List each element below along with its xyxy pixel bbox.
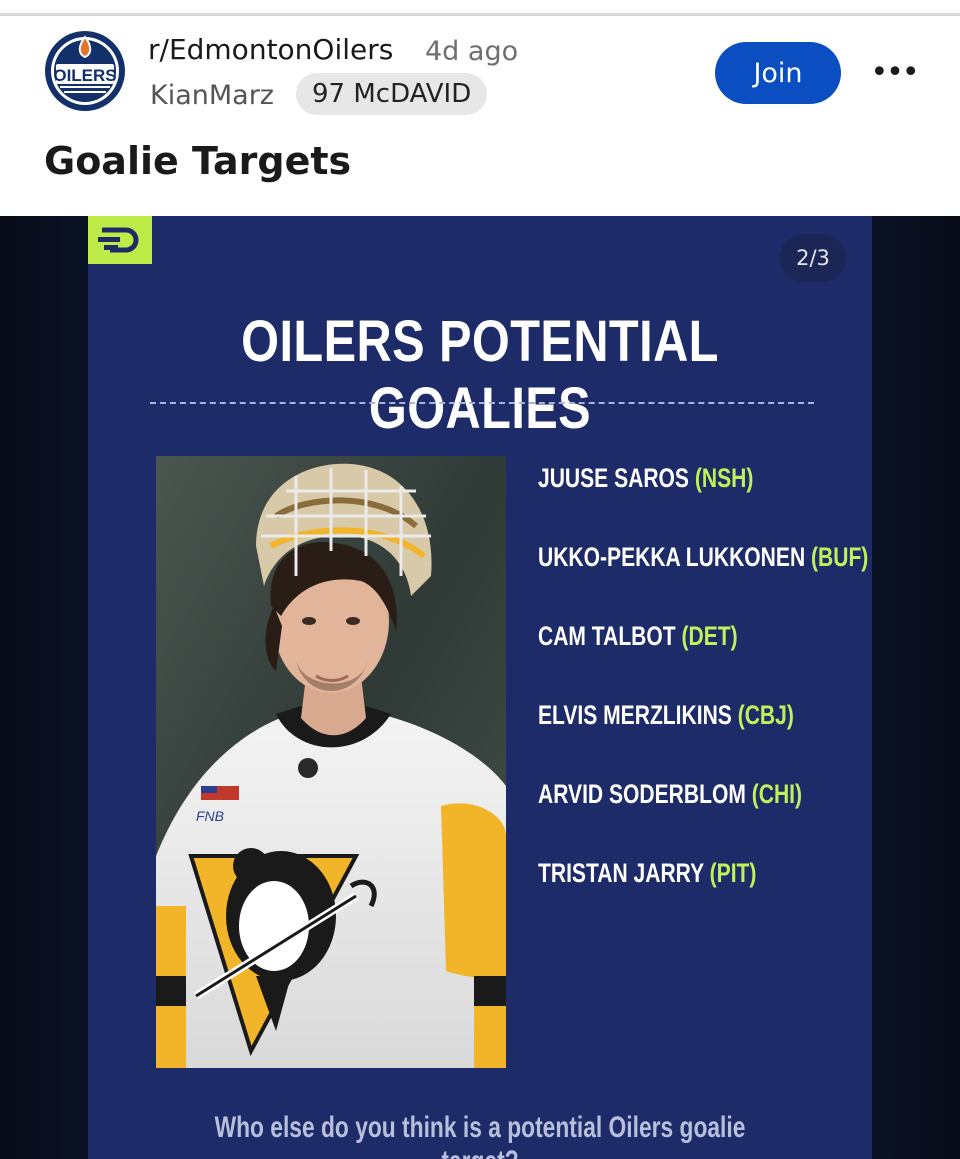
post-author[interactable]: KianMarz	[150, 80, 274, 111]
goalie-name: JUUSE SAROS	[538, 463, 689, 493]
goalie-team: (PIT)	[709, 858, 757, 888]
goalie-item: UKKO-PEKKA LUKKONEN (BUF)	[538, 542, 868, 573]
more-options-icon[interactable]: •••	[870, 52, 919, 92]
goalie-team: (NSH)	[694, 463, 754, 493]
goalie-name: TRISTAN JARRY	[538, 858, 704, 888]
user-flair: 97 McDAVID	[296, 73, 488, 115]
goalie-team: (CHI)	[751, 779, 803, 809]
goalie-name: ARVID SODERBLOM	[538, 779, 746, 809]
dash-logo-icon	[98, 227, 139, 253]
post-time: 4d ago	[425, 36, 519, 67]
jersey-sponsor-text: FNB	[196, 808, 224, 824]
graphic-question: Who else do you think is a potential Oil…	[214, 1111, 746, 1159]
post-header: OILERS r/EdmontonOilers 4d ago KianMarz …	[0, 16, 960, 216]
goalie-item: TRISTAN JARRY (PIT)	[538, 858, 756, 889]
page-indicator: 2/3	[780, 234, 846, 282]
goalie-item: ARVID SODERBLOM (CHI)	[538, 779, 802, 810]
svg-text:OILERS: OILERS	[53, 66, 116, 85]
goalie-photo: FNB	[156, 456, 506, 1068]
graphic-card: 2/3 OILERS POTENTIAL GOALIES FNB JUUSE S…	[88, 216, 872, 1159]
join-button[interactable]: Join	[715, 42, 841, 104]
goalie-team: (DET)	[681, 621, 738, 651]
goalie-item: JUUSE SAROS (NSH)	[538, 463, 753, 494]
subreddit-avatar[interactable]: OILERS	[42, 28, 128, 114]
goalie-team: (BUF)	[811, 542, 869, 572]
post-title[interactable]: Goalie Targets	[44, 139, 351, 183]
goalie-name: CAM TALBOT	[538, 621, 676, 651]
dashed-divider	[150, 402, 814, 404]
goalie-team: (CBJ)	[737, 700, 794, 730]
post-image[interactable]: 2/3 OILERS POTENTIAL GOALIES FNB JUUSE S…	[0, 216, 960, 1159]
oilers-logo-icon: OILERS	[43, 29, 127, 113]
goalie-item: CAM TALBOT (DET)	[538, 621, 738, 652]
goalie-name: ELVIS MERZLIKINS	[538, 700, 732, 730]
goalie-name: UKKO-PEKKA LUKKONEN	[538, 542, 806, 572]
graphic-headline: OILERS POTENTIAL GOALIES	[241, 309, 719, 441]
subreddit-name[interactable]: r/EdmontonOilers	[148, 33, 393, 66]
brand-tag	[88, 216, 152, 264]
goalie-item: ELVIS MERZLIKINS (CBJ)	[538, 700, 794, 731]
